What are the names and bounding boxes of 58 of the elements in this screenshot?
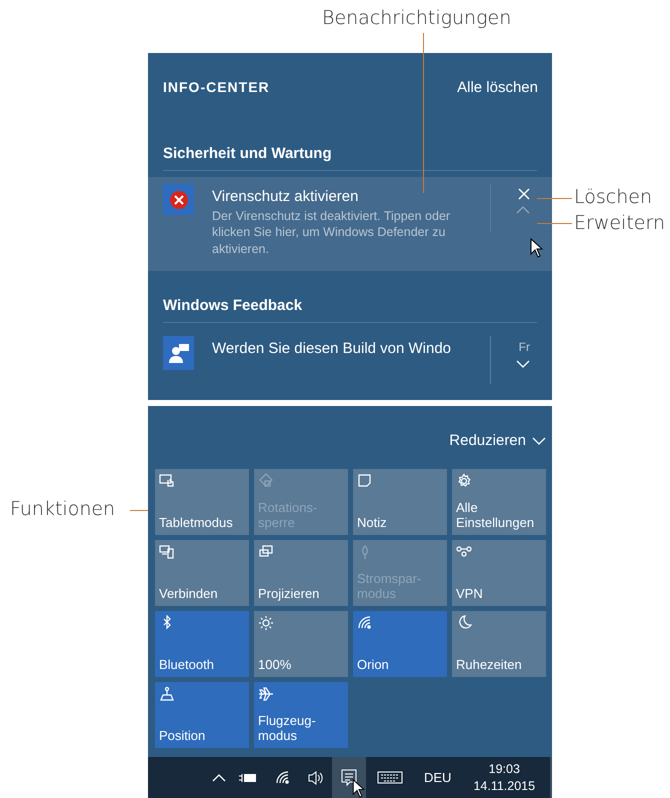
leader-line [130, 510, 148, 511]
leader-line [537, 223, 572, 224]
chevron-icon [532, 436, 546, 444]
quick-action-tile[interactable]: Notiz [353, 469, 447, 535]
quick-action-tile[interactable]: Bluetooth [155, 611, 249, 677]
group-title: Sicherheit und Wartung [163, 145, 537, 171]
moon-icon [456, 615, 472, 631]
notification-icon [341, 768, 357, 786]
speaker-icon [307, 770, 325, 786]
wifi-icon [357, 615, 373, 631]
cursor-icon [530, 238, 543, 258]
cursor-icon [352, 779, 365, 798]
callout-label: Löschen [574, 186, 652, 208]
panel-title: INFO-CENTER [163, 79, 270, 95]
quick-action-tile[interactable]: Projizieren [254, 540, 348, 606]
group-title: Windows Feedback [163, 296, 537, 323]
tablet-icon [159, 473, 175, 489]
clear-all-link[interactable]: Alle löschen [457, 78, 538, 96]
quick-action-tile[interactable]: Position [155, 682, 249, 748]
chevron-icon [516, 360, 530, 368]
airplane-icon [258, 686, 274, 702]
brightness-icon [258, 615, 274, 631]
quick-action-tile[interactable]: Alle Einstellungen [452, 469, 546, 535]
rotation-lock-icon [258, 473, 274, 489]
chevron-icon [212, 774, 226, 782]
battery-icon [238, 772, 258, 784]
quick-action-tile[interactable]: Flugzeug- modus [254, 682, 348, 748]
expand-button[interactable] [516, 360, 530, 368]
location-icon [159, 686, 175, 702]
keyboard-icon [377, 771, 403, 784]
quick-action-tile[interactable]: Orion [353, 611, 447, 677]
quick-action-tile[interactable]: VPN [452, 540, 546, 606]
collapse-button[interactable]: Reduzieren [449, 432, 546, 449]
error-icon [163, 184, 194, 215]
notification-title: Werden Sie diesen Build von Windo [212, 340, 452, 357]
chevron-icon [516, 206, 530, 214]
language-indicator[interactable]: DEU [424, 770, 452, 785]
notification-time: Fr [518, 340, 530, 354]
callout-label: Erweitern [574, 212, 665, 234]
leader-line [537, 198, 572, 199]
connect-icon [159, 544, 175, 560]
callout-label: Funktionen [10, 498, 116, 520]
quick-action-tile[interactable]: Tabletmodus [155, 469, 249, 535]
notification-title: Virenschutz aktivieren [212, 188, 360, 205]
close-button[interactable] [518, 188, 530, 200]
callout-label: Benachrichtigungen [322, 7, 512, 29]
notification-item[interactable]: Werden Sie diesen Build von Windo Fr [148, 328, 552, 398]
clock[interactable]: 19:03 14.11.2015 [473, 760, 536, 794]
notification-item[interactable]: Virenschutz aktivieren Der Virenschutz ist deaktiviert. Tippen oder klicken Sie hier, um Windows Defender zu aktivieren. [148, 177, 552, 271]
note-icon [357, 473, 373, 489]
quick-action-tile[interactable]: 100% [254, 611, 348, 677]
quick-action-tile[interactable]: Ruhezeiten [452, 611, 546, 677]
action-center-button[interactable] [332, 757, 366, 798]
wifi-icon [275, 770, 291, 786]
notification-body: Der Virenschutz ist deaktiviert. Tippen oder klicken Sie hier, um Windows Defender zu aktivieren. [212, 208, 452, 257]
quick-action-tile[interactable]: Verbinden [155, 540, 249, 606]
feedback-icon [163, 336, 194, 370]
settings-icon [456, 473, 472, 489]
